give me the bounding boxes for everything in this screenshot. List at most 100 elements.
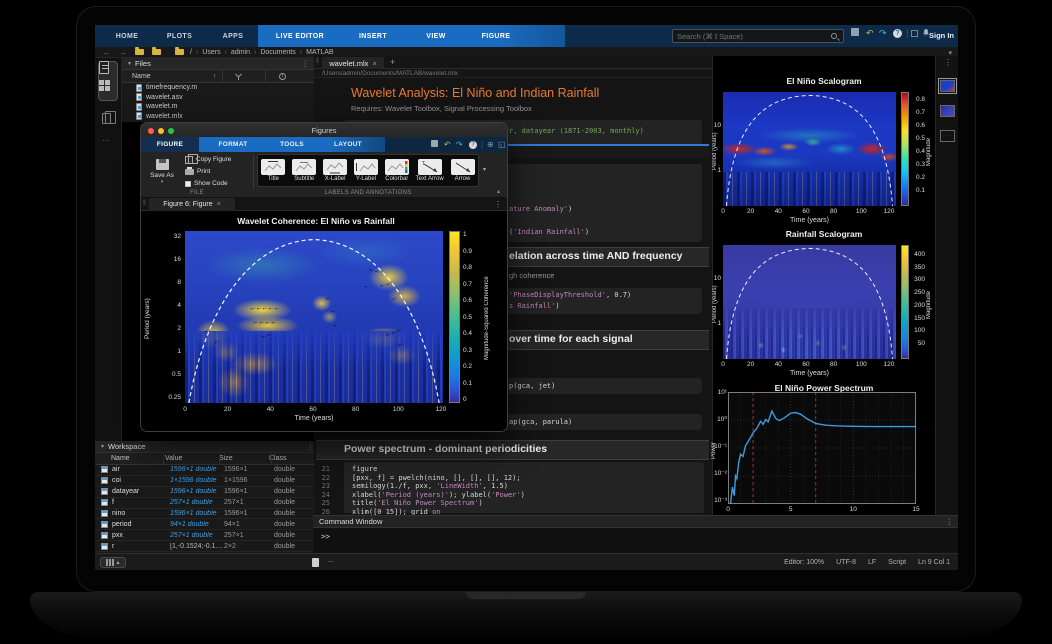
file-browser-icon[interactable] [99, 61, 109, 74]
workspace-row[interactable]: datayear1596×1 double1596×1double [95, 487, 319, 498]
file-name[interactable]: wavelet.asv [146, 94, 183, 101]
workspace-column-header[interactable]: Name Value Size Class [95, 453, 319, 465]
code-line[interactable]: xlim([0 15]); grid on [352, 508, 441, 516]
files-column-header[interactable]: Name ↑ i [122, 70, 314, 83]
collapse-workspace-icon[interactable]: ▾ [101, 443, 104, 450]
file-name[interactable]: timefrequency.m [146, 84, 197, 91]
thumbnail-fig1[interactable] [940, 80, 955, 92]
file-name[interactable]: wavelet.m [146, 103, 178, 110]
up-folder-icon[interactable] [152, 49, 161, 55]
drag-handle-icon[interactable]: ‖ [316, 58, 319, 65]
undo-icon[interactable]: ↶ [444, 140, 451, 149]
breadcrumb-root[interactable]: / [190, 49, 192, 56]
redo-icon[interactable]: ↷ [879, 28, 887, 39]
tab-live-editor[interactable]: LIVE EDITOR [264, 25, 336, 47]
back-icon[interactable]: ← [103, 48, 111, 57]
figures-window[interactable]: Figures FIGURE FORMAT TOOLS LAYOUT ↶ ↷ ?… [140, 122, 508, 432]
print-button[interactable]: Print [185, 166, 210, 177]
add-colorbar-button[interactable]: Colorbar [385, 159, 409, 182]
save-icon[interactable] [851, 28, 859, 38]
workspace-row[interactable]: nino1596×1 double1596×1double [95, 509, 319, 520]
add-text-arrow-button[interactable]: TText Arrow [416, 159, 444, 182]
settings-icon[interactable]: ⊕ [487, 140, 494, 149]
workspace-row[interactable]: coi1×1596 double1×1596double [95, 476, 319, 487]
breadcrumb-admin[interactable]: admin [231, 49, 250, 56]
file-name[interactable]: wavelet.mlx [146, 113, 183, 120]
sign-in-link[interactable]: Sign In [929, 31, 954, 40]
figures-window-titlebar[interactable]: Figures [141, 123, 507, 137]
sort-ascending-icon[interactable]: ↑ [213, 73, 217, 80]
copy-figure-button[interactable]: Copy Figure [185, 154, 231, 165]
status-more-icon[interactable]: ⋯ [327, 558, 334, 566]
code-line[interactable]: [pxx, f] = pwelch(nino, [], [], [], 12); [352, 474, 521, 482]
code-line[interactable]: title('El Niño Power Spectrum') [352, 499, 483, 507]
workspace-menu-icon[interactable]: ⋮ [307, 442, 315, 451]
redo-icon[interactable]: ↷ [456, 140, 463, 149]
workspace-row[interactable]: f257×1 double257×1double [95, 498, 319, 509]
file-row[interactable]: wavelet.mlx [122, 112, 314, 122]
workspace-row[interactable]: period94×1 double94×1double [95, 519, 319, 530]
files-menu-icon[interactable]: ⋮ [302, 59, 310, 68]
figwin-tab-format[interactable]: FORMAT [207, 137, 259, 152]
add-title-button[interactable]: Title [261, 159, 285, 182]
figwin-tab-tools[interactable]: TOOLS [269, 137, 315, 152]
workspace-row[interactable]: r[1,-0.1524;-0.1…2×2double [95, 541, 319, 552]
zoom-window-icon[interactable] [168, 128, 174, 134]
search-input[interactable] [673, 32, 831, 41]
add-xlabel-button[interactable]: X-Label [323, 159, 347, 182]
info-column-icon[interactable]: i [279, 73, 286, 80]
tab-insert[interactable]: INSERT [348, 25, 398, 47]
minimize-window-icon[interactable] [158, 128, 164, 134]
tab-plots[interactable]: PLOTS [157, 25, 202, 47]
workspace-header[interactable]: ▾ Workspace ⋮ [95, 441, 319, 453]
figure6-tab[interactable]: Figure 6: Figure× [149, 198, 235, 211]
help-icon[interactable]: ? [469, 141, 477, 149]
workspace-row[interactable]: air1596×1 double1596×1double [95, 465, 319, 476]
command-window-menu-icon[interactable]: ⋮ [946, 517, 954, 526]
code-line[interactable]: semilogy(1./f, pxx, 'LineWidth', 1.5) [352, 482, 508, 490]
tab-figure[interactable]: FIGURE [471, 25, 521, 47]
undo-icon[interactable]: ↶ [866, 28, 874, 39]
breadcrumb-users[interactable]: Users [202, 49, 220, 56]
add-arrow-button[interactable]: Arrow [451, 159, 475, 182]
tab-home[interactable]: HOME [107, 25, 147, 47]
group-by-icon[interactable] [234, 72, 243, 81]
drag-handle-icon[interactable]: ‖ [143, 200, 146, 207]
file-row[interactable]: wavelet.asv [122, 93, 314, 103]
gallery-expand-icon[interactable]: ▾ [483, 166, 486, 173]
new-tab-icon[interactable]: + [390, 57, 395, 67]
close-window-icon[interactable] [148, 128, 154, 134]
tab-apps[interactable]: APPS [213, 25, 253, 47]
files-col-name[interactable]: Name [132, 73, 151, 80]
thumbnail-fig2[interactable] [940, 105, 955, 117]
save-as-button[interactable]: Save As▾ [145, 154, 179, 190]
collapse-ribbon-icon[interactable]: ▴ [497, 188, 500, 195]
layout-grid-icon[interactable] [99, 80, 110, 91]
figwin-tab-figure[interactable]: FIGURE [141, 137, 199, 152]
show-code-checkbox[interactable]: Show Code [185, 178, 228, 189]
compare-files-icon[interactable] [102, 113, 111, 124]
forward-icon[interactable]: → [119, 48, 127, 57]
add-ylabel-button[interactable]: Y-Label [354, 159, 378, 182]
breadcrumb[interactable]: /›Users›admin›Documents›MATLAB [190, 49, 334, 56]
file-row[interactable]: timefrequency.m [122, 83, 314, 93]
panel-menu-icon[interactable]: ⋮ [944, 58, 952, 67]
add-subtitle-button[interactable]: Subtitle [292, 159, 316, 182]
community-icon[interactable] [911, 30, 918, 37]
code-line[interactable]: figure [352, 465, 377, 473]
save-icon[interactable] [431, 140, 438, 149]
figtab-menu-icon[interactable]: ⋮ [494, 200, 502, 209]
files-panel-header[interactable]: ▾ Files ⋮ [122, 58, 314, 70]
minimized-panel-button[interactable]: ▴ [100, 557, 126, 568]
dock-icon[interactable]: ◱ [498, 140, 506, 149]
close-tab-icon[interactable]: × [372, 59, 376, 68]
code-line[interactable]: xlabel('Period (years)'); ylabel('Power'… [352, 491, 525, 499]
help-icon[interactable]: ? [893, 29, 902, 38]
figwin-tab-layout[interactable]: LAYOUT [323, 137, 373, 152]
workspace-row[interactable]: pxx257×1 double257×1double [95, 530, 319, 541]
collapse-files-icon[interactable]: ▾ [128, 60, 131, 67]
global-search[interactable] [672, 29, 844, 43]
editor-tab-wavelet[interactable]: wavelet.mlx× [322, 57, 384, 69]
command-window[interactable]: >> [313, 528, 958, 553]
breadcrumb-matlab[interactable]: MATLAB [306, 49, 334, 56]
